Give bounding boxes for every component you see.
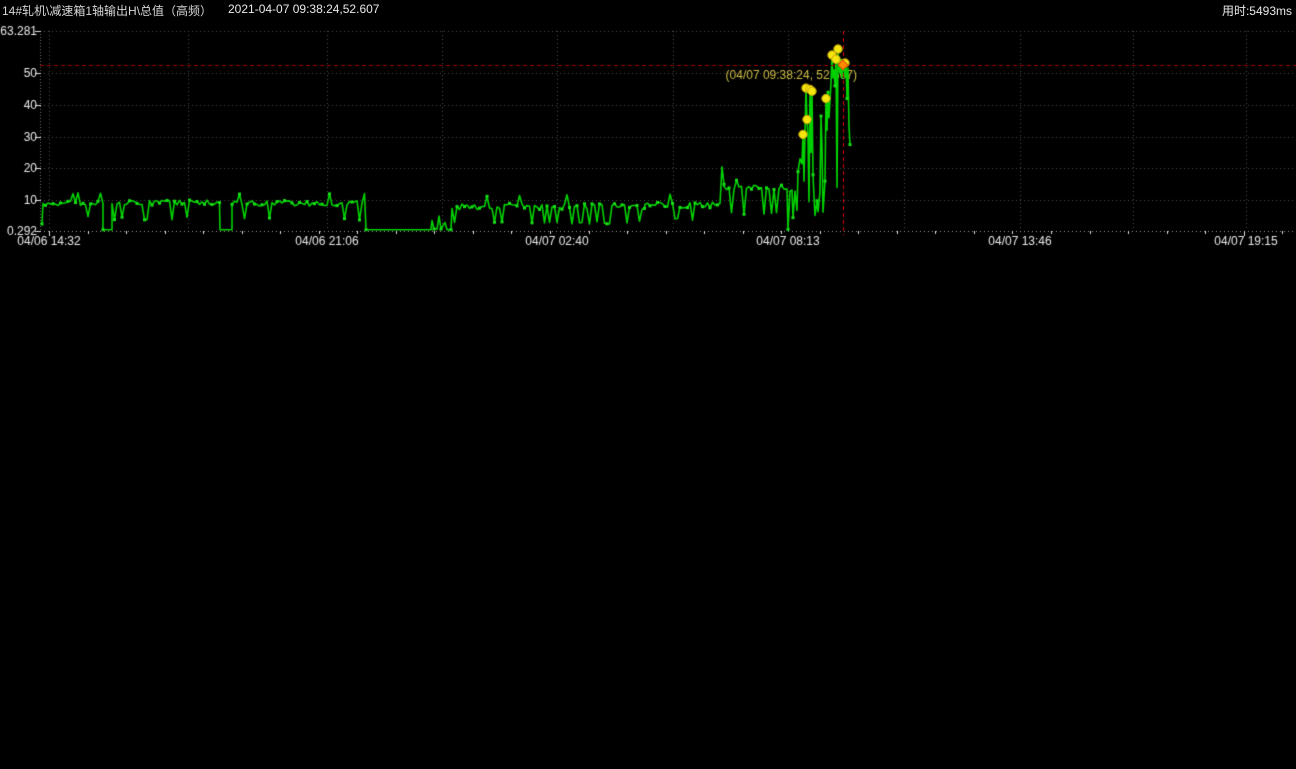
trend-plot-canvas[interactable] bbox=[0, 18, 1296, 256]
chart-title: 14#轧机\减速箱1轴输出H\总值（高频） bbox=[2, 2, 212, 19]
chart-header[interactable]: 14#轧机\减速箱1轴输出H\总值（高频） 2021-04-07 09:38:2… bbox=[0, 0, 1296, 18]
chart-panel-3: 14#轧机\减速箱1轴输出H\总值（高频） 2021-04-07 09:38:2… bbox=[0, 0, 1296, 256]
cursor-value-readout: 2021-04-07 09:38:24,52.607 bbox=[228, 2, 379, 16]
elapsed-time-label: 用时:5493ms bbox=[1222, 2, 1292, 19]
